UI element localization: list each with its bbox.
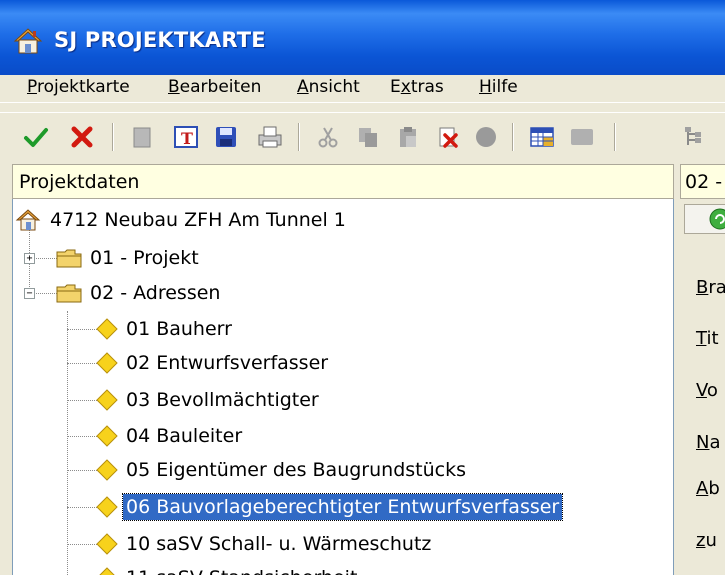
field-label: Bra (696, 277, 725, 298)
diamond-icon (95, 495, 119, 519)
diamond-icon (95, 388, 119, 412)
diamond-icon (95, 424, 119, 448)
svg-text:T: T (181, 129, 193, 148)
tree-item-label: 05 Eigentümer des Baugrundstücks (126, 459, 466, 481)
tree-icon[interactable] (680, 123, 708, 151)
folder-open-icon (55, 281, 83, 305)
tree-item-sasv-schall[interactable]: 10 saSV Schall- u. Wärmeschutz (95, 527, 434, 561)
diamond-icon (95, 317, 119, 341)
detail-pane: 02 - Bra Tit Vo Na Ab zu (680, 164, 725, 575)
detail-toolbar (684, 204, 725, 234)
save-icon[interactable] (212, 123, 240, 151)
detail-header-label: 02 - (685, 171, 723, 193)
paste-icon[interactable] (394, 123, 422, 151)
window-title: SJ PROJEKTKARTE (54, 28, 266, 52)
menu-ansicht[interactable]: Ansicht (297, 77, 360, 97)
menu-projektkarte[interactable]: Projektkarte (27, 77, 130, 97)
title-bar: SJ PROJEKTKARTE (0, 0, 725, 75)
tree-item-bauleiter[interactable]: 04 Bauleiter (95, 419, 245, 453)
tree-folder[interactable]: 01 - Projekt (55, 241, 202, 275)
collapse-icon[interactable]: − (24, 288, 35, 299)
tree-item-label: 01 Bauherr (126, 318, 232, 340)
tree-folder[interactable]: 02 - Adressen (55, 276, 223, 310)
tree-item-entwurfsverfasser[interactable]: 02 Entwurfsverfasser (95, 346, 331, 380)
menu-hilfe[interactable]: Hilfe (479, 77, 518, 97)
tree-item-sasv-standsicherheit[interactable]: 11 saSV Standsicherheit (95, 561, 360, 575)
tree-item-bauvorlageberechtigter[interactable]: 06 Bauvorlageberechtigter Entwurfsverfas… (95, 490, 564, 524)
tree-item-bevollmaechtigter[interactable]: 03 Bevollmächtigter (95, 383, 322, 417)
cut-icon[interactable] (314, 123, 342, 151)
circle-icon[interactable] (472, 123, 500, 151)
project-tree[interactable]: 4712 Neubau ZFH Am Tunnel 1 + 01 - Proje… (12, 199, 674, 575)
tree-root-label: 4712 Neubau ZFH Am Tunnel 1 (50, 209, 346, 231)
field-label: Na (696, 432, 721, 453)
copy-icon[interactable] (354, 123, 382, 151)
text-frame-icon[interactable]: T (172, 123, 200, 151)
refresh-icon[interactable] (709, 208, 725, 230)
delete-icon[interactable] (434, 123, 462, 151)
diamond-icon (95, 351, 119, 375)
menu-bar: Projektkarte Bearbeiten Ansicht Extras H… (0, 75, 725, 103)
tree-item-bauherr[interactable]: 01 Bauherr (95, 312, 235, 346)
menu-extras[interactable]: Extras (390, 77, 444, 97)
menu-bearbeiten[interactable]: Bearbeiten (168, 77, 261, 97)
house-icon (12, 25, 44, 57)
page-icon[interactable] (128, 123, 156, 151)
diamond-icon (95, 532, 119, 556)
field-label: Tit (696, 328, 719, 349)
check-icon[interactable] (22, 123, 50, 151)
house-icon (15, 207, 41, 233)
tree-item-eigentuemer[interactable]: 05 Eigentümer des Baugrundstücks (95, 453, 469, 487)
toolbar: T (0, 112, 725, 160)
tree-root[interactable]: 4712 Neubau ZFH Am Tunnel 1 (15, 203, 349, 237)
diamond-icon (95, 458, 119, 482)
tree-item-label: 03 Bevollmächtigter (126, 389, 319, 411)
tree-item-label: 04 Bauleiter (126, 425, 243, 447)
folder-icon (55, 246, 83, 270)
tree-folder-label: 02 - Adressen (90, 282, 221, 304)
tree-item-label: 10 saSV Schall- u. Wärmeschutz (126, 533, 432, 555)
pane-header: Projektdaten (12, 164, 674, 199)
expand-icon[interactable]: + (24, 253, 35, 264)
tree-item-label: 11 saSV Standsicherheit (123, 565, 360, 575)
pane-title: Projektdaten (19, 171, 140, 193)
table-icon[interactable] (528, 123, 556, 151)
field-label: Vo (696, 380, 718, 401)
tree-item-label: 02 Entwurfsverfasser (126, 352, 329, 374)
panel-icon[interactable] (568, 123, 596, 151)
detail-header: 02 - (680, 164, 725, 199)
cross-icon[interactable] (68, 123, 96, 151)
field-label: zu (696, 530, 717, 551)
tree-folder-label: 01 - Projekt (90, 247, 199, 269)
print-icon[interactable] (256, 123, 284, 151)
field-label: Ab (696, 478, 720, 499)
diamond-icon (95, 566, 119, 575)
tree-item-label-selected: 06 Bauvorlageberechtigter Entwurfsverfas… (121, 493, 564, 521)
